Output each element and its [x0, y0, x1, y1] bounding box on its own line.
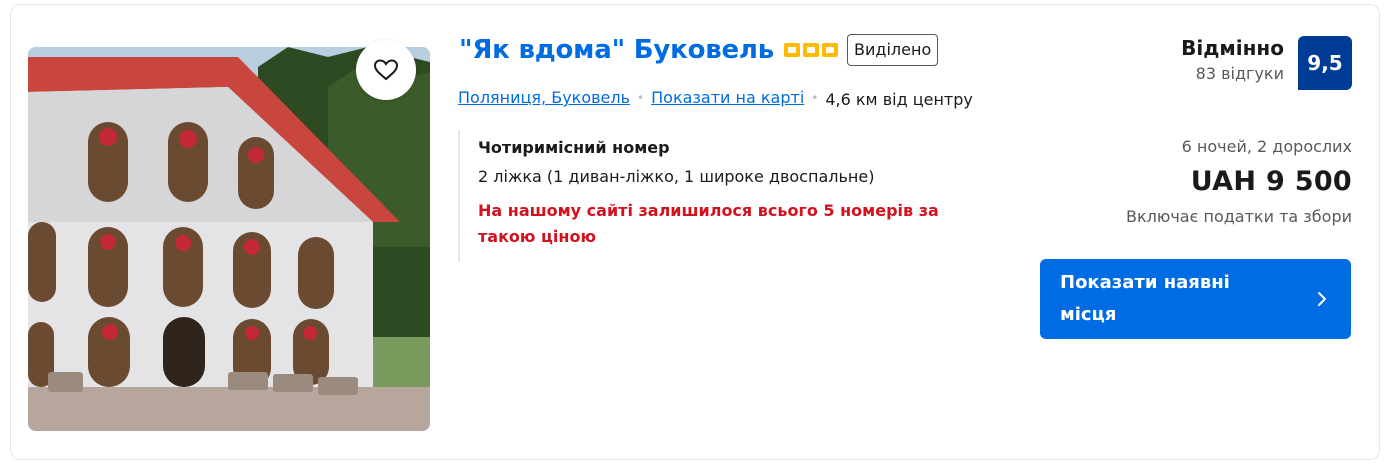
property-photo[interactable] — [28, 47, 430, 431]
room-info: Чотиримісний номер 2 ліжка (1 диван-ліжк… — [458, 130, 988, 262]
show-on-map-link[interactable]: Показати на карті — [651, 88, 804, 107]
review-summary[interactable]: Відмінно 83 відгуки 9,5 — [1181, 36, 1352, 90]
availability-warning: На нашому сайті залишилося всього 5 номе… — [478, 201, 939, 246]
show-availability-button[interactable]: Показати наявні місця — [1040, 259, 1351, 339]
price-amount: UAH 9 500 — [1190, 166, 1352, 197]
room-beds: 2 ліжка (1 диван-ліжко, 1 широке двоспал… — [478, 167, 875, 186]
show-availability-label: Показати наявні місця — [1060, 272, 1230, 325]
location-link[interactable]: Поляниця, Буковель — [458, 88, 630, 107]
taxes-note: Включає податки та збори — [1126, 207, 1352, 226]
star-square-icon — [822, 43, 839, 57]
room-name: Чотиримісний номер — [478, 138, 670, 157]
star-square-icon — [803, 43, 820, 57]
featured-badge: Виділено — [847, 34, 939, 66]
review-text: Відмінно 83 відгуки — [1181, 36, 1284, 83]
review-word: Відмінно — [1181, 36, 1284, 60]
location-row: Поляниця, Буковель • Показати на карті •… — [458, 88, 973, 109]
title-row: "Як вдома" Буковель Виділено — [459, 34, 939, 66]
review-score-badge: 9,5 — [1298, 36, 1352, 90]
separator-dot: • — [637, 90, 645, 105]
separator-dot: • — [811, 90, 819, 105]
distance-text: 4,6 км від центру — [825, 90, 973, 109]
favorite-button[interactable] — [356, 40, 416, 100]
review-count: 83 відгуки — [1195, 64, 1284, 83]
hotel-name-link[interactable]: "Як вдома" Буковель — [459, 35, 774, 65]
star-square-icon — [784, 43, 801, 57]
heart-icon — [373, 59, 399, 81]
chevron-right-icon — [1318, 292, 1326, 306]
star-rating — [784, 43, 839, 57]
price-block: 6 ночей, 2 дорослих UAH 9 500 Включає по… — [1126, 137, 1352, 226]
stay-details: 6 ночей, 2 дорослих — [1181, 137, 1352, 156]
